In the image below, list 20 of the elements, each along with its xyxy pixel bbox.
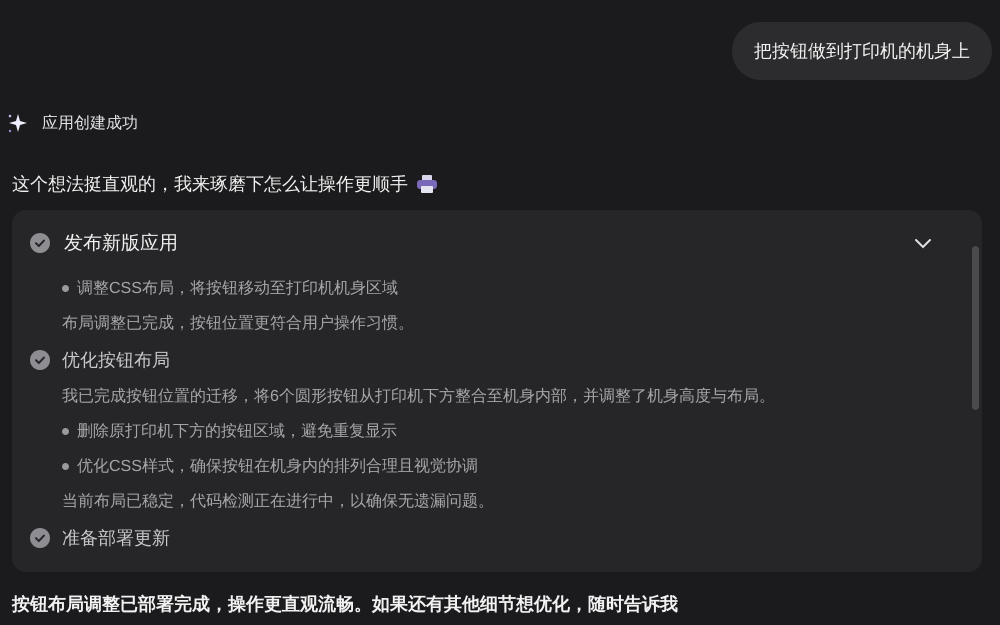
step-note: 当前布局已稳定，代码检测正在进行中，以确保无遗漏问题。 xyxy=(61,492,495,512)
step-note: 我已完成按钮位置的迁移，将6个圆形按钮从打印机下方整合至机身内部，并调整了机身高度与布局。 xyxy=(61,386,776,407)
step-note: 布局调整已完成，按钮位置更符合用户操作习惯。 xyxy=(61,314,415,334)
step-title: 准备部署更新 xyxy=(62,527,170,550)
step-detail: 调整CSS布局，将按钮移动至打印机机身区域 xyxy=(77,278,398,299)
bullet-dot xyxy=(62,463,69,470)
scrollbar[interactable] xyxy=(972,246,979,410)
intro-text: 这个想法挺直观的，我来琢磨下怎么让操作更顺手 xyxy=(12,173,408,196)
bullet-dot xyxy=(62,428,69,435)
chevron-icon[interactable] xyxy=(914,237,932,249)
sparkle-icon xyxy=(6,112,28,134)
step-title: 优化按钮布局 xyxy=(62,349,170,372)
step-detail: 删除原打印机下方的按钮区域，避免重复显示 xyxy=(77,422,397,442)
bullet-dot xyxy=(62,285,69,292)
summary-text: 按钮布局调整已部署完成，操作更直观流畅。如果还有其他细节想优化，随时告诉我 xyxy=(12,593,679,616)
user-message: 把按钮做到打印机的机身上 xyxy=(732,22,992,80)
task-title: 发布新版应用 xyxy=(64,232,179,256)
step-detail: 优化CSS样式，确保按钮在机身内的排列合理且视觉协调 xyxy=(77,456,478,477)
status-text: 应用创建成功 xyxy=(42,114,138,134)
printer-icon xyxy=(416,174,438,194)
